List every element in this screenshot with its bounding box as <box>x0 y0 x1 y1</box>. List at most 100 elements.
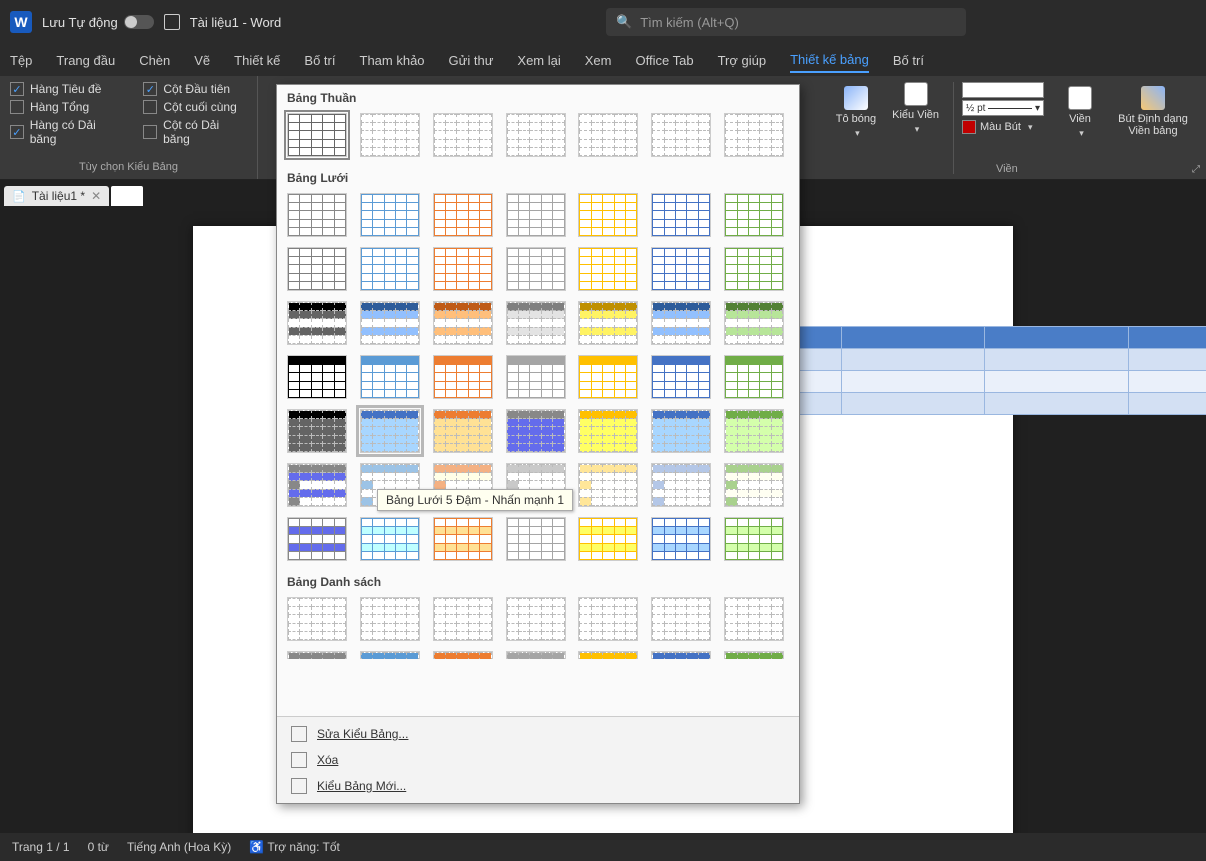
border-styles-button[interactable]: Kiểu Viền▾ <box>886 82 945 135</box>
table-style-thumb[interactable] <box>287 247 347 291</box>
table-style-thumb[interactable] <box>578 247 638 291</box>
border-weight[interactable]: ½ pt▾ <box>962 100 1044 116</box>
table-style-thumb[interactable] <box>578 193 638 237</box>
option-banded-columns[interactable]: Cột có Dải băng <box>143 118 247 146</box>
table-style-thumb[interactable] <box>287 355 347 399</box>
option-banded-rows[interactable]: ✓Hàng có Dải băng <box>10 118 123 146</box>
option-total-row[interactable]: Hàng Tổng <box>10 100 123 114</box>
table-style-thumb[interactable] <box>433 301 493 345</box>
table-style-thumb[interactable] <box>433 113 493 157</box>
table-style-thumb[interactable] <box>651 113 711 157</box>
option-header-row[interactable]: ✓Hàng Tiêu đề <box>10 82 123 96</box>
table-style-thumb[interactable] <box>578 651 638 659</box>
status-accessibility[interactable]: ♿ Trợ năng: Tốt <box>249 840 340 854</box>
table-style-thumb[interactable] <box>360 193 420 237</box>
ribbon-tab[interactable]: Xem lại <box>517 49 560 72</box>
table-style-thumb[interactable] <box>360 355 420 399</box>
autosave-toggle[interactable]: Lưu Tự động <box>42 15 154 30</box>
table-style-thumb[interactable] <box>433 597 493 641</box>
table-style-thumb[interactable] <box>578 301 638 345</box>
table-style-thumb[interactable] <box>651 301 711 345</box>
table-style-thumb[interactable] <box>724 409 784 453</box>
table-style-thumb[interactable] <box>433 193 493 237</box>
table-style-thumb[interactable] <box>506 651 566 659</box>
border-line-style[interactable] <box>962 82 1044 98</box>
ribbon-tab[interactable]: Thiết kế <box>234 49 280 72</box>
table-style-thumb[interactable] <box>433 651 493 659</box>
ribbon-tab[interactable]: Tệp <box>10 49 32 72</box>
table-style-thumb[interactable] <box>724 463 784 507</box>
table-style-thumb[interactable] <box>287 409 347 453</box>
table-style-thumb[interactable] <box>578 355 638 399</box>
table-style-thumb[interactable] <box>506 355 566 399</box>
table-style-thumb[interactable] <box>506 301 566 345</box>
table-style-thumb[interactable] <box>578 517 638 561</box>
ribbon-tab[interactable]: Gửi thư <box>449 49 494 72</box>
table-style-thumb[interactable] <box>578 409 638 453</box>
ribbon-tab[interactable]: Chèn <box>139 49 170 72</box>
ribbon-tab[interactable]: Trợ giúp <box>718 49 767 72</box>
gallery-scroll[interactable]: Bảng ThuầnBảng LướiBảng Danh sách <box>277 85 799 716</box>
new-table-style[interactable]: Kiểu Bảng Mới... <box>277 773 799 799</box>
ribbon-tab[interactable]: Thiết kế bảng <box>790 48 869 73</box>
table-style-thumb[interactable] <box>506 247 566 291</box>
table-style-thumb[interactable] <box>287 301 347 345</box>
pen-color-button[interactable]: Màu Bút▾ <box>962 120 1044 134</box>
status-word-count[interactable]: 0 từ <box>88 840 109 854</box>
table-style-thumb[interactable] <box>506 193 566 237</box>
table-style-thumb[interactable] <box>651 409 711 453</box>
close-icon[interactable]: ✕ <box>91 189 101 203</box>
clear-table-style[interactable]: Xóa <box>277 747 799 773</box>
table-style-thumb[interactable] <box>724 247 784 291</box>
table-style-thumb[interactable] <box>360 597 420 641</box>
table-style-thumb[interactable] <box>506 113 566 157</box>
table-style-thumb[interactable] <box>724 113 784 157</box>
table-style-thumb[interactable] <box>433 409 493 453</box>
table-style-thumb[interactable] <box>724 597 784 641</box>
ribbon-tab[interactable]: Tham khảo <box>360 49 425 72</box>
table-style-thumb[interactable] <box>360 517 420 561</box>
table-style-thumb[interactable] <box>506 409 566 453</box>
table-style-thumb[interactable] <box>287 517 347 561</box>
table-style-thumb[interactable] <box>651 517 711 561</box>
shading-button[interactable]: Tô bóng▾ <box>828 82 884 143</box>
table-style-thumb[interactable] <box>360 651 420 659</box>
table-style-thumb[interactable] <box>724 355 784 399</box>
table-style-thumb[interactable] <box>287 651 347 659</box>
ribbon-tab[interactable]: Bố trí <box>893 49 924 72</box>
ribbon-tab[interactable]: Vẽ <box>194 49 210 72</box>
option-last-column[interactable]: Cột cuối cùng <box>143 100 247 114</box>
table-style-thumb[interactable] <box>360 247 420 291</box>
save-icon[interactable] <box>164 14 180 30</box>
status-page[interactable]: Trang 1 / 1 <box>12 840 70 854</box>
table-style-thumb[interactable] <box>578 113 638 157</box>
table-style-thumb[interactable] <box>287 193 347 237</box>
modify-table-style[interactable]: Sửa Kiểu Bảng... <box>277 721 799 747</box>
table-style-thumb[interactable] <box>651 193 711 237</box>
table-style-thumb[interactable] <box>287 113 347 157</box>
search-box[interactable]: 🔍 Tìm kiếm (Alt+Q) <box>606 8 966 36</box>
ribbon-tab[interactable]: Xem <box>585 49 612 72</box>
ribbon-tab[interactable]: Bố trí <box>304 49 335 72</box>
table-style-thumb[interactable] <box>433 247 493 291</box>
table-style-thumb[interactable] <box>578 463 638 507</box>
table-style-thumb[interactable] <box>651 355 711 399</box>
table-style-thumb[interactable] <box>287 463 347 507</box>
table-style-thumb[interactable] <box>724 193 784 237</box>
table-style-thumb[interactable] <box>651 463 711 507</box>
table-style-thumb[interactable] <box>651 651 711 659</box>
table-style-thumb[interactable] <box>724 301 784 345</box>
ribbon-tab[interactable]: Office Tab <box>636 49 694 72</box>
toggle-switch[interactable] <box>124 15 154 29</box>
table-style-thumb[interactable] <box>433 517 493 561</box>
table-style-thumb[interactable] <box>724 651 784 659</box>
table-style-thumb[interactable] <box>724 517 784 561</box>
table-style-thumb[interactable] <box>360 301 420 345</box>
table-style-thumb[interactable] <box>578 597 638 641</box>
table-style-thumb[interactable] <box>506 517 566 561</box>
table-style-thumb[interactable] <box>360 409 420 453</box>
table-style-thumb[interactable] <box>651 597 711 641</box>
document-tab[interactable]: 📄 Tài liệu1 * ✕ <box>4 186 109 206</box>
table-style-thumb[interactable] <box>506 597 566 641</box>
borders-button[interactable]: Viền▾ <box>1052 82 1108 143</box>
